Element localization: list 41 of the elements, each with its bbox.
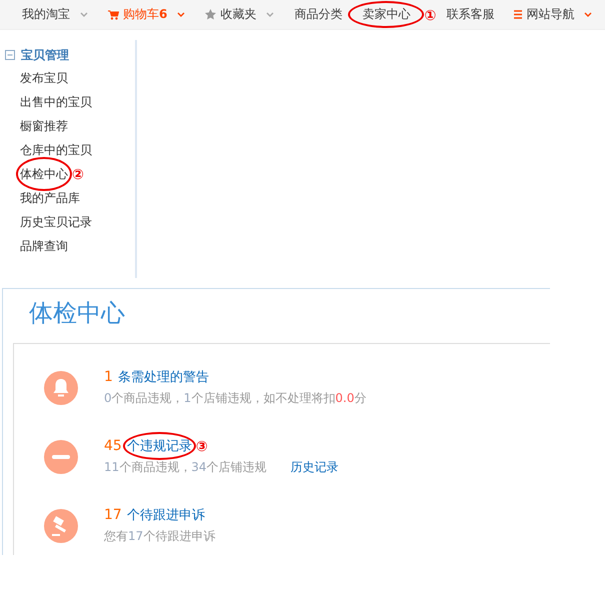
bell-icon (44, 370, 78, 404)
nav-item[interactable]: 网站导航 (504, 6, 602, 23)
page-title: 体检中心 (29, 298, 126, 329)
entry-link[interactable]: 个待跟进申诉 (126, 506, 205, 524)
count-number: 45 (104, 438, 122, 454)
annotation-ellipse (16, 157, 72, 191)
entry-summary: 0个商品违规，1个店铺违规，如不处理将扣0.0分 (104, 390, 366, 407)
minus-icon (44, 440, 78, 474)
menu-icon (514, 10, 522, 19)
sidebar-item[interactable]: 历史宝贝记录 (20, 210, 92, 234)
count-number: 17 (104, 507, 122, 523)
entry-summary: 您有17个待跟进申诉 (104, 528, 216, 545)
annotation-number: ② (72, 168, 84, 182)
sidebar-item[interactable]: 体检中心 (20, 162, 68, 186)
collapse-toggle[interactable] (5, 50, 15, 60)
annotation-number: ③ (196, 440, 208, 454)
star-icon (205, 9, 216, 20)
sidebar-item[interactable]: 仓库中的宝贝 (20, 138, 92, 162)
history-link[interactable]: 历史记录 (290, 459, 339, 476)
caret-icon (80, 12, 88, 17)
gavel-icon (44, 508, 78, 542)
sidebar-item[interactable]: 品牌查询 (20, 234, 68, 258)
cart-icon (108, 10, 119, 20)
sidebar-heading: 宝贝管理 (21, 46, 69, 64)
caret-icon (266, 12, 274, 17)
sidebar-item[interactable]: 我的产品库 (20, 186, 80, 210)
sidebar-item[interactable]: 出售中的宝贝 (20, 90, 92, 114)
nav-item[interactable]: 收藏夹 (195, 6, 284, 23)
nav-item[interactable]: 商品分类 (284, 6, 352, 23)
entry-summary: 11个商品违规，34个店铺违规 (104, 459, 267, 476)
sidebar-item[interactable]: 橱窗推荐 (20, 114, 68, 138)
entry-link[interactable]: 条需处理的警告 (118, 368, 209, 386)
nav-item[interactable]: 联系客服 (436, 6, 504, 23)
entry-link[interactable]: 个违规记录 (126, 437, 192, 455)
nav-item[interactable]: 卖家中心 (352, 6, 420, 23)
nav-item[interactable]: 我的淘宝 (12, 6, 98, 23)
sidebar-item[interactable]: 发布宝贝 (20, 66, 68, 90)
caret-icon (177, 12, 186, 17)
count-number: 1 (104, 369, 113, 385)
caret-icon (584, 12, 592, 17)
annotation-number: ① (424, 8, 436, 22)
